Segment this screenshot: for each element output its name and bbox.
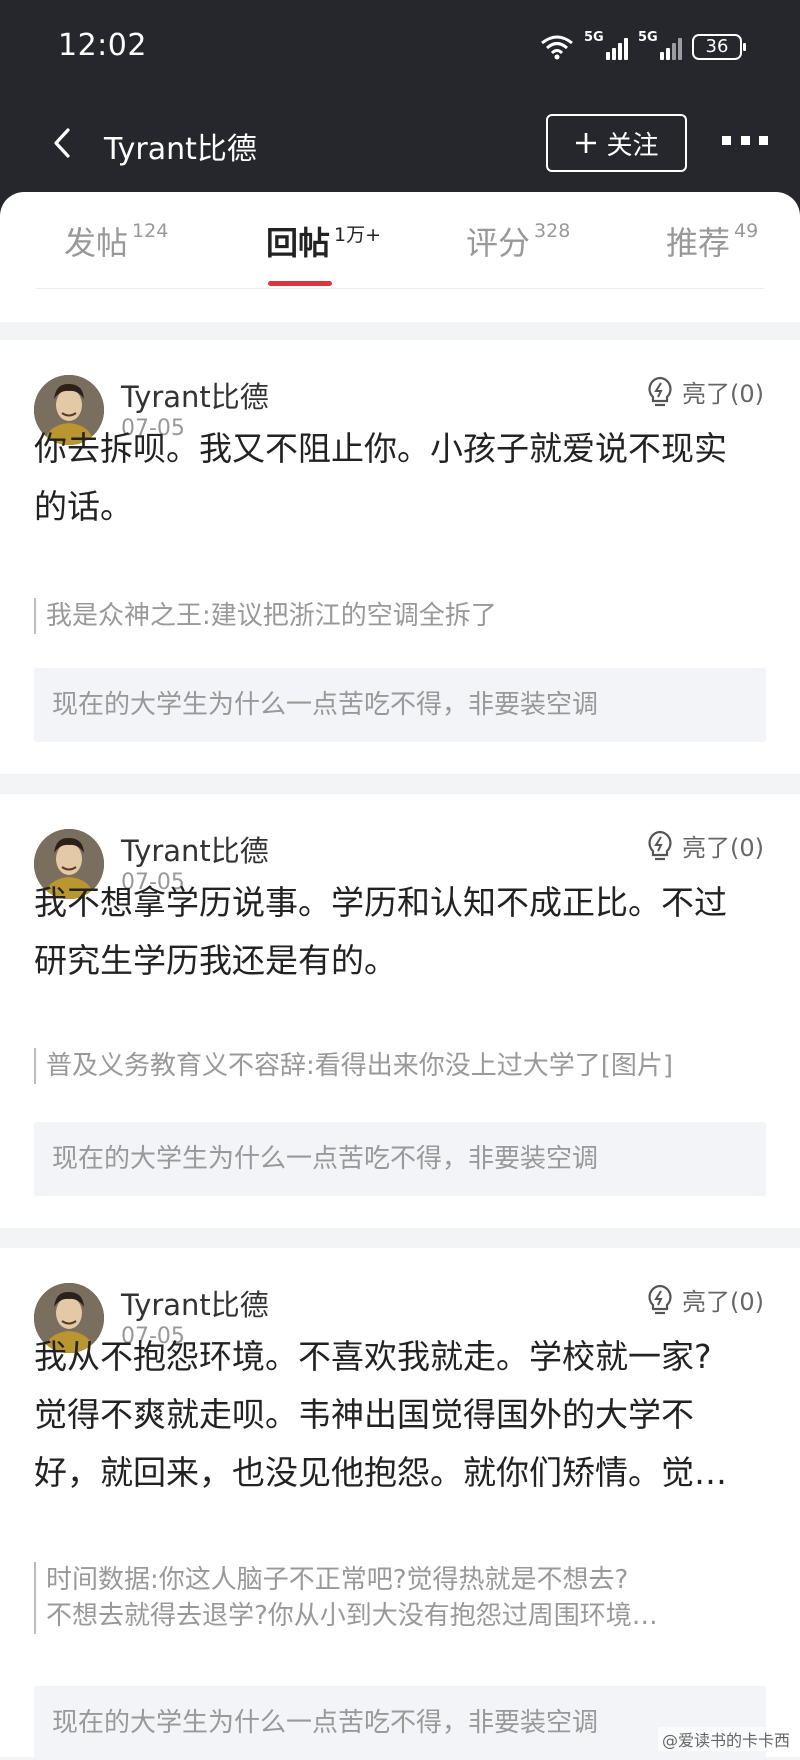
signal-icon-1: 5G xyxy=(584,34,628,60)
reply-content: 你去拆呗。我又不阻止你。小孩子就爱说不现实 的话。 xyxy=(34,420,766,536)
source-topic[interactable]: 现在的大学生为什么一点苦吃不得，非要装空调 xyxy=(34,1686,766,1760)
follow-label: 关注 xyxy=(606,125,658,162)
reply-card[interactable]: Tyrant比德 07-05 亮了(0) 我不想拿学历说事。学历和认知不成正比。… xyxy=(0,794,800,1228)
status-icons: 5G 5G 36 xyxy=(540,30,742,64)
wifi-icon xyxy=(540,34,574,60)
more-dots-icon[interactable] xyxy=(722,136,768,150)
tab-ratings[interactable]: 评分 328 xyxy=(466,218,570,264)
tab-posts[interactable]: 发帖 124 xyxy=(64,218,168,264)
lightbulb-icon xyxy=(646,1284,674,1316)
tabs-corner xyxy=(0,192,800,216)
quoted-comment[interactable]: 时间数据:你这人脑子不正常吧?觉得热就是不想去? 不想去就得去退学?你从小到大没… xyxy=(34,1562,764,1634)
light-button[interactable]: 亮了(0) xyxy=(646,374,764,409)
signal-icon-2: 5G xyxy=(638,34,682,60)
plus-icon xyxy=(574,131,598,155)
reply-card[interactable]: Tyrant比德 07-05 亮了(0) 你去拆呗。我又不阻止你。小孩子就爱说不… xyxy=(0,340,800,774)
quoted-comment[interactable]: 我是众神之王:建议把浙江的空调全拆了 xyxy=(34,598,764,634)
author-name[interactable]: Tyrant比德 xyxy=(121,828,269,870)
follow-button[interactable]: 关注 xyxy=(546,114,687,172)
status-bar: 12:02 5G 5G 36 xyxy=(0,0,800,96)
status-time: 12:02 xyxy=(58,28,147,63)
tab-replies[interactable]: 回帖 1万+ xyxy=(266,218,381,264)
light-button[interactable]: 亮了(0) xyxy=(646,1282,764,1317)
author-name[interactable]: Tyrant比德 xyxy=(121,1282,269,1324)
nav-bar: Tyrant比德 关注 xyxy=(0,96,800,192)
active-tab-indicator xyxy=(268,281,332,286)
reply-card[interactable]: Tyrant比德 07-05 亮了(0) 我从不抱怨环境。不喜欢我就走。学校就一… xyxy=(0,1248,800,1757)
quoted-comment[interactable]: 普及义务教育义不容辞:看得出来你没上过大学了[图片] xyxy=(34,1048,764,1084)
tab-recommend[interactable]: 推荐 49 xyxy=(666,218,758,264)
source-topic[interactable]: 现在的大学生为什么一点苦吃不得，非要装空调 xyxy=(34,1122,766,1196)
light-button[interactable]: 亮了(0) xyxy=(646,828,764,863)
source-topic[interactable]: 现在的大学生为什么一点苦吃不得，非要装空调 xyxy=(34,668,766,742)
tab-divider xyxy=(36,288,764,289)
reply-content: 我从不抱怨环境。不喜欢我就走。学校就一家? 觉得不爽就走呗。韦神出国觉得国外的大… xyxy=(34,1328,766,1502)
reply-content: 我不想拿学历说事。学历和认知不成正比。不过 研究生学历我还是有的。 xyxy=(34,874,766,990)
battery-icon: 36 xyxy=(692,34,742,60)
watermark: @爱读书的卡卡西 xyxy=(658,1727,794,1751)
lightbulb-icon xyxy=(646,376,674,408)
page-title: Tyrant比德 xyxy=(104,124,257,168)
chevron-left-icon[interactable] xyxy=(46,126,80,160)
author-name[interactable]: Tyrant比德 xyxy=(121,374,269,416)
lightbulb-icon xyxy=(646,830,674,862)
